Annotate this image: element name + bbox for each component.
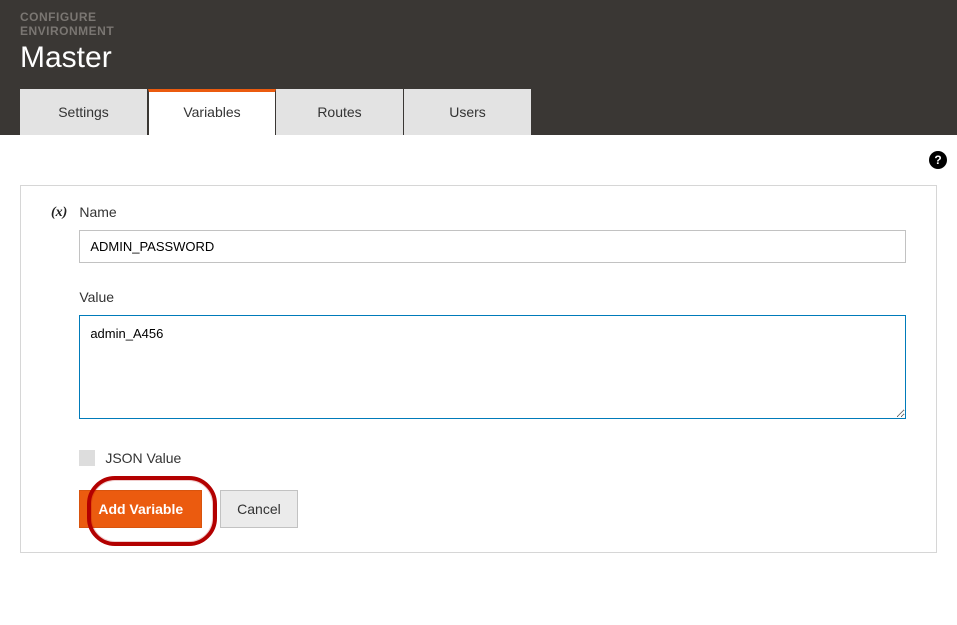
json-value-label: JSON Value: [105, 450, 181, 466]
help-icon[interactable]: ?: [929, 151, 947, 169]
tab-users[interactable]: Users: [404, 89, 532, 135]
name-field-group: Name: [79, 204, 906, 263]
configure-label-line2: ENVIRONMENT: [20, 24, 937, 38]
tab-bar: Settings Variables Routes Users: [20, 89, 937, 135]
name-input[interactable]: [79, 230, 906, 263]
tab-routes[interactable]: Routes: [276, 89, 404, 135]
variable-form-panel: (x) Name Value <span></span> JSON Value …: [20, 185, 937, 553]
tab-variables[interactable]: Variables: [148, 89, 276, 135]
value-label: Value: [79, 289, 906, 305]
environment-name: Master: [20, 41, 937, 75]
cancel-button[interactable]: Cancel: [220, 490, 298, 528]
add-variable-button[interactable]: Add Variable: [79, 490, 202, 528]
value-textarea[interactable]: <span></span>: [79, 315, 906, 419]
json-checkbox-row: JSON Value: [79, 450, 906, 466]
button-row: Add Variable Cancel: [79, 490, 906, 528]
configure-label-line1: CONFIGURE: [20, 10, 937, 24]
variable-icon: (x): [51, 205, 67, 221]
header-title-block: CONFIGURE ENVIRONMENT Master: [20, 10, 937, 89]
page-header: CONFIGURE ENVIRONMENT Master Settings Va…: [0, 0, 957, 135]
json-value-checkbox[interactable]: [79, 450, 95, 466]
tab-settings[interactable]: Settings: [20, 89, 148, 135]
content-area: ? (x) Name Value <span></span> JSON Valu…: [0, 135, 957, 553]
value-field-group: Value <span></span>: [79, 289, 906, 424]
name-label: Name: [79, 204, 906, 220]
